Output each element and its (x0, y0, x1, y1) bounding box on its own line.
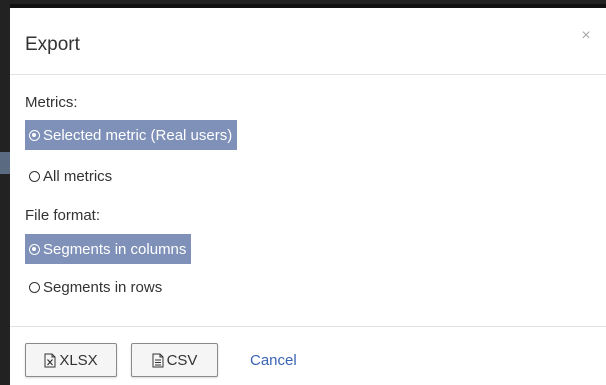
metric-option-all[interactable]: All metrics (25, 161, 117, 191)
export-dialog: Export × Metrics: Selected metric (Real … (10, 4, 606, 385)
format-option-rows[interactable]: Segments in rows (25, 272, 167, 302)
export-xlsx-button[interactable]: XLSX (25, 343, 117, 377)
radio-checked-icon (29, 129, 40, 141)
export-xlsx-label: XLSX (59, 351, 98, 369)
format-option-columns-label: Segments in columns (43, 240, 187, 258)
dialog-title: Export (25, 34, 80, 55)
radio-checked-icon (29, 243, 40, 255)
export-csv-button[interactable]: CSV (131, 343, 218, 377)
format-option-columns[interactable]: Segments in columns (25, 234, 192, 264)
dialog-header: Export × (10, 8, 606, 75)
radio-icon (29, 170, 40, 182)
backdrop-element (0, 152, 10, 174)
metric-option-selected-label: Selected metric (Real users) (43, 126, 233, 144)
dialog-footer: XLSX CSV Cancel (10, 326, 606, 385)
metrics-label: Metrics: (25, 94, 78, 111)
metric-option-all-label: All metrics (43, 167, 113, 185)
close-icon[interactable]: × (578, 28, 594, 44)
format-option-rows-label: Segments in rows (43, 278, 163, 296)
cancel-link[interactable]: Cancel (250, 352, 297, 369)
radio-icon (29, 281, 40, 293)
export-csv-label: CSV (166, 351, 198, 369)
metric-option-selected[interactable]: Selected metric (Real users) (25, 120, 238, 150)
file-format-label: File format: (25, 207, 101, 224)
text-file-icon (152, 353, 164, 367)
excel-file-icon (44, 353, 56, 367)
